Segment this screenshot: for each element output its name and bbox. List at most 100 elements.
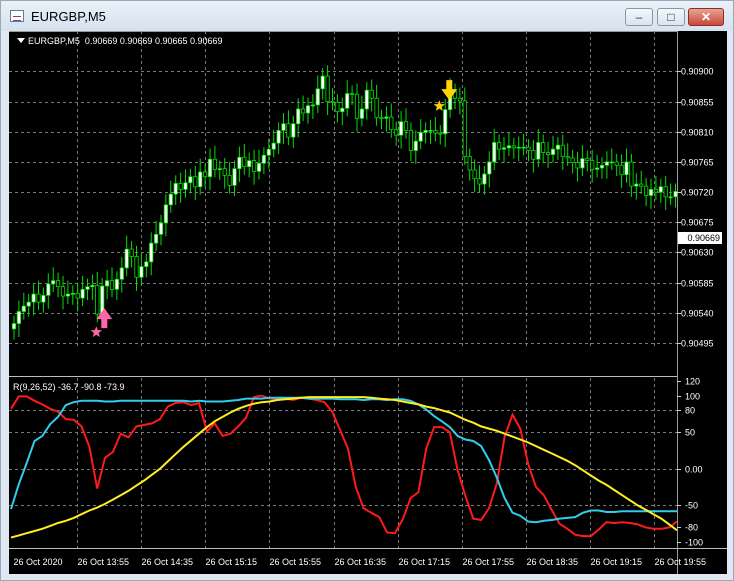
candle-body xyxy=(46,283,51,296)
candle xyxy=(139,253,144,286)
ohlc-values: 0.90669 0.90669 0.90665 0.90669 xyxy=(84,36,223,46)
candle-body xyxy=(36,293,41,303)
candle-body xyxy=(599,164,605,169)
candle xyxy=(413,130,418,164)
candle xyxy=(369,79,374,112)
close-button[interactable]: ✕ xyxy=(688,8,724,26)
candle-body xyxy=(359,108,365,119)
candle-body xyxy=(212,158,217,170)
candle-body xyxy=(222,168,227,176)
candle-body xyxy=(21,305,26,312)
candle xyxy=(335,94,340,123)
chart-window: EURGBP,M5 – □ ✕ 0.90900 0.90855 0.90810 0.9… xyxy=(0,0,734,581)
candle xyxy=(648,178,654,209)
candle-body xyxy=(217,168,222,171)
candle xyxy=(144,253,149,278)
candle xyxy=(286,110,291,146)
candle xyxy=(389,103,394,138)
candle-body xyxy=(144,261,149,267)
candle-body xyxy=(70,292,75,295)
candle xyxy=(46,273,51,309)
symbol-name: EURGBP,M5 xyxy=(28,36,80,46)
minimize-button[interactable]: – xyxy=(625,8,653,26)
chart-canvas[interactable]: 0.90900 0.90855 0.90810 0.90765 0.90720 0.906… xyxy=(9,31,727,574)
candle xyxy=(639,170,644,195)
candle-body xyxy=(374,97,379,119)
candle-body xyxy=(379,117,384,120)
candle xyxy=(188,168,193,194)
candle-body xyxy=(482,173,487,185)
candle xyxy=(423,122,428,144)
candle-body xyxy=(340,107,345,113)
candle xyxy=(153,220,159,252)
candle xyxy=(173,175,178,205)
candle-body xyxy=(364,89,369,110)
candle-body xyxy=(237,156,242,170)
candle-body xyxy=(619,164,624,176)
candle xyxy=(418,119,423,150)
indicator-lines xyxy=(10,394,678,539)
candle xyxy=(178,172,183,203)
candle xyxy=(644,178,649,207)
candle xyxy=(193,165,198,201)
candle-body xyxy=(95,284,100,315)
candle-body xyxy=(570,157,575,164)
candle-body xyxy=(193,176,198,188)
candle xyxy=(374,84,379,126)
candle-body xyxy=(227,174,232,186)
candle xyxy=(291,115,296,148)
candle-body xyxy=(349,93,355,95)
candle xyxy=(207,148,213,191)
candle xyxy=(394,121,399,146)
candle-body xyxy=(663,186,668,198)
candle xyxy=(340,97,345,126)
candle-body xyxy=(266,148,271,156)
price-tick-label: 0.90900 xyxy=(681,67,714,77)
candle xyxy=(585,150,590,172)
candle-body xyxy=(149,242,154,263)
candle xyxy=(320,68,325,100)
candle xyxy=(36,280,41,311)
candle xyxy=(51,267,56,293)
candle-body xyxy=(75,292,80,299)
candle xyxy=(345,80,350,117)
candle xyxy=(428,119,433,144)
candle-body xyxy=(232,168,237,186)
candle-body xyxy=(56,280,61,288)
candle xyxy=(227,161,232,194)
candle xyxy=(251,149,257,185)
candle-body xyxy=(251,160,257,172)
maximize-button[interactable]: □ xyxy=(657,8,685,26)
candle xyxy=(247,152,252,178)
candle xyxy=(452,83,458,109)
title-bar[interactable]: EURGBP,M5 – □ ✕ xyxy=(1,1,733,31)
chart-area[interactable]: 0.90900 0.90855 0.90810 0.90765 0.90720 0.906… xyxy=(9,31,727,574)
candle-body xyxy=(305,105,311,114)
candle-body xyxy=(614,161,619,166)
candle-body xyxy=(580,158,585,169)
candle xyxy=(124,235,129,276)
candle-body xyxy=(555,144,561,150)
candle-body xyxy=(648,189,654,196)
candle xyxy=(232,160,237,197)
candle-body xyxy=(408,130,414,151)
candle xyxy=(359,95,365,127)
candle-body xyxy=(139,266,144,278)
candle xyxy=(526,139,531,162)
candle-body xyxy=(462,100,467,157)
signal-markers xyxy=(90,80,458,337)
candle xyxy=(242,143,247,175)
candle-body xyxy=(575,162,580,169)
candle xyxy=(217,160,222,181)
candle xyxy=(614,153,619,177)
dropdown-triangle-icon[interactable] xyxy=(17,38,25,43)
candle-body xyxy=(296,108,301,125)
candle xyxy=(379,109,384,130)
candle xyxy=(403,108,409,139)
candle-body xyxy=(286,123,291,138)
candle-body xyxy=(153,233,159,244)
time-tick-label: 26 Oct 14:35 xyxy=(142,557,194,567)
candle-body xyxy=(325,75,330,102)
candle-body xyxy=(653,189,659,193)
candle xyxy=(119,257,124,293)
